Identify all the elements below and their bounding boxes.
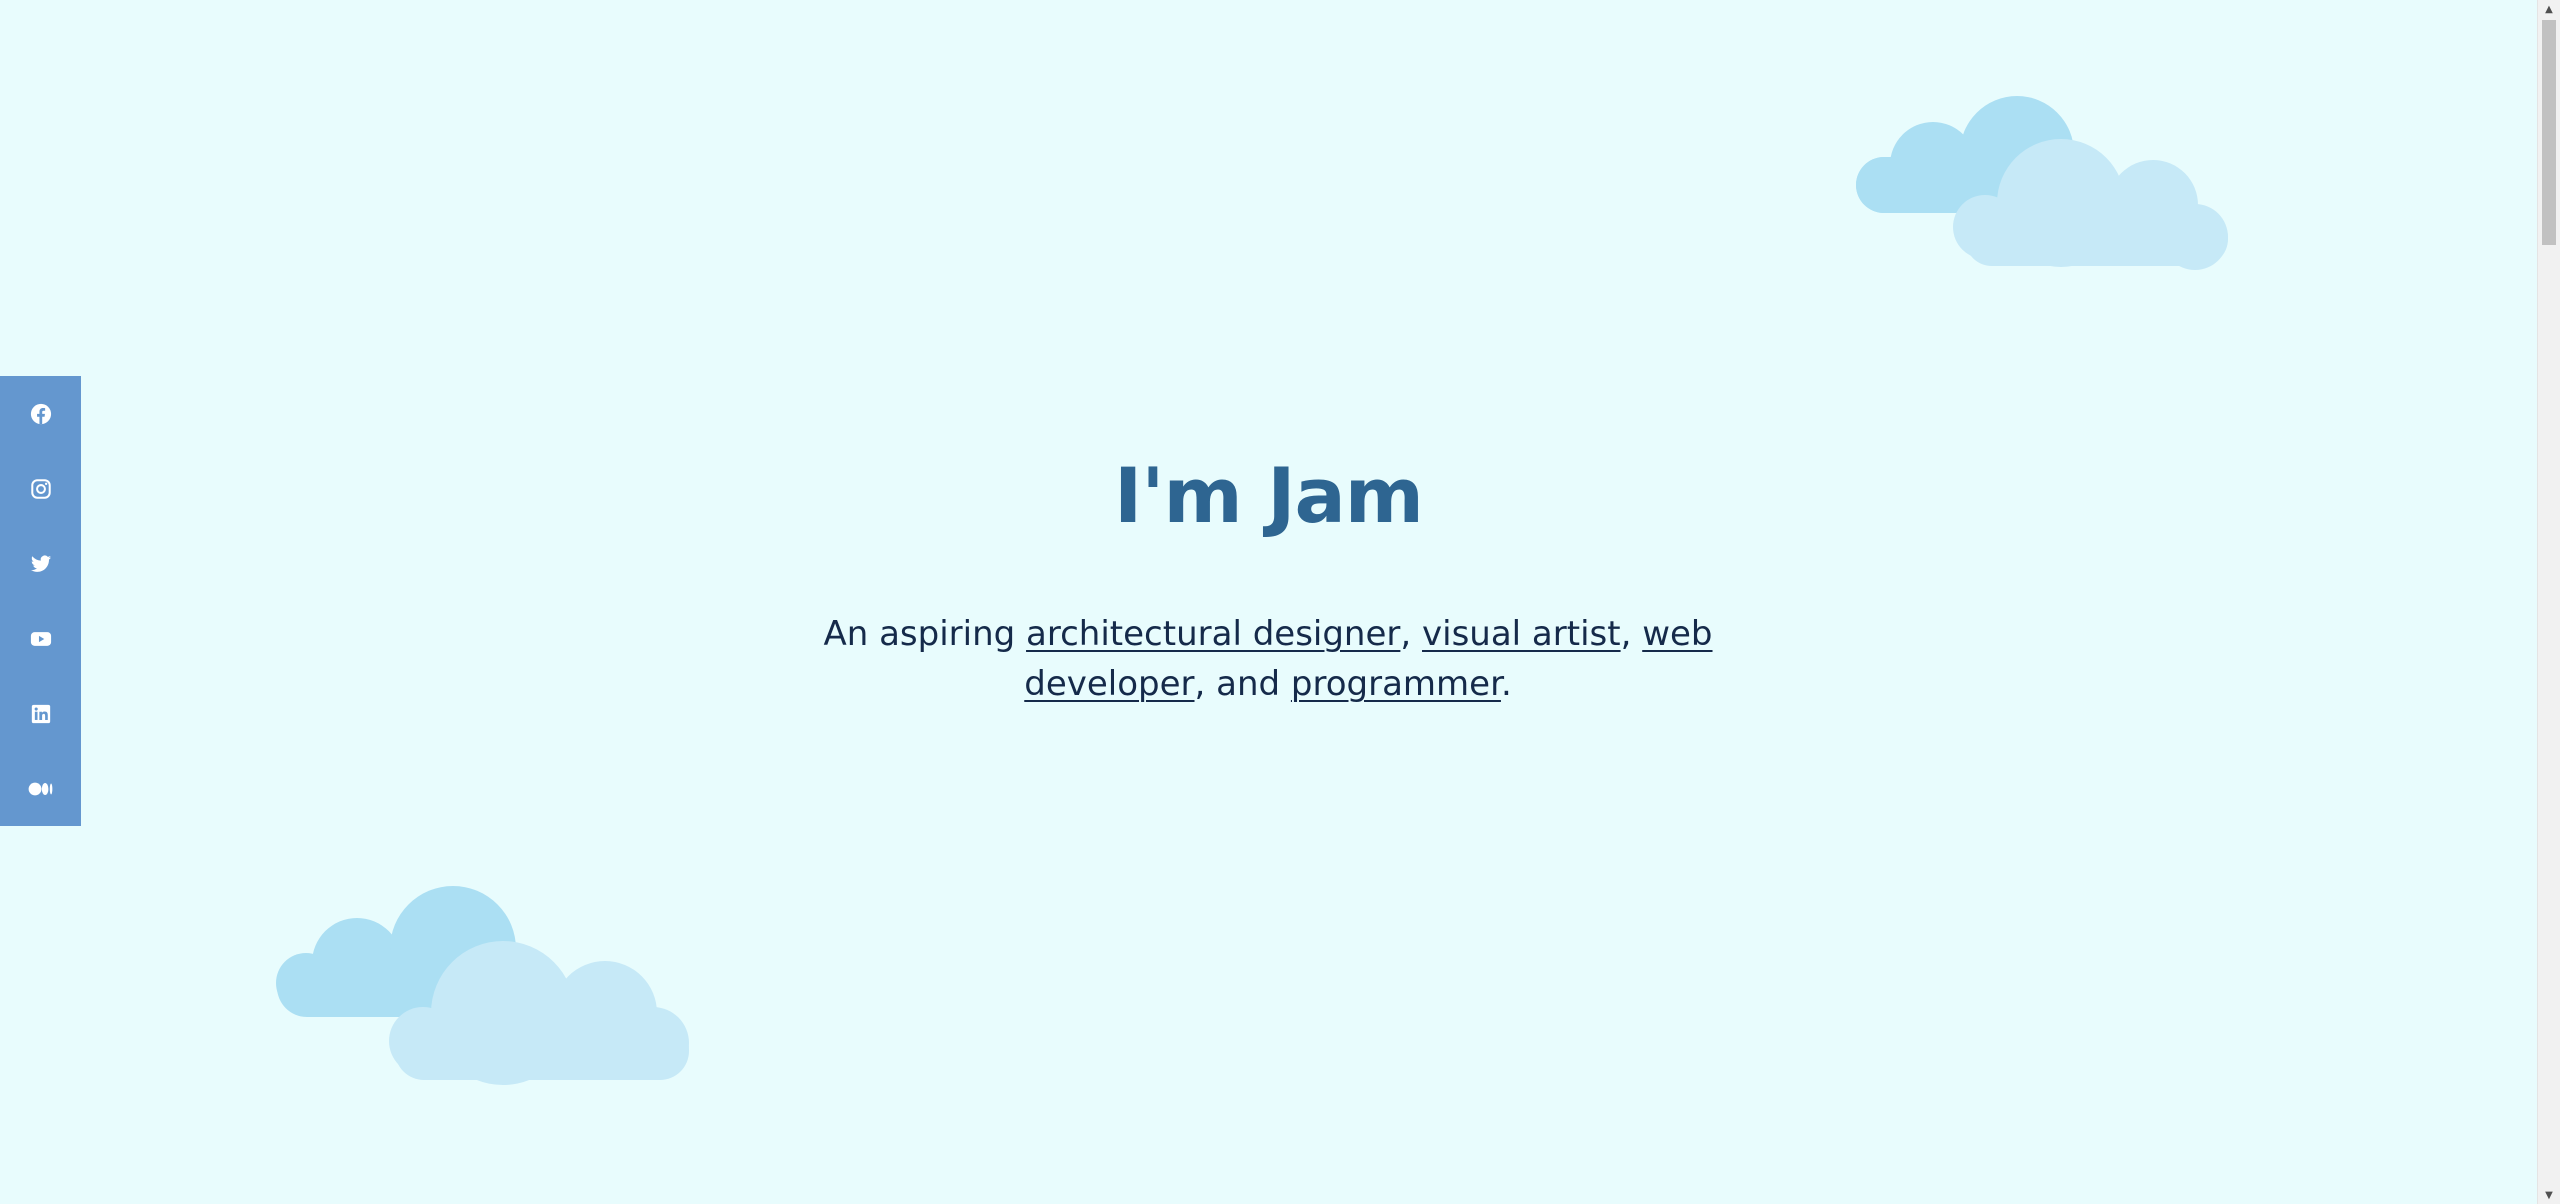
scroll-up-arrow-icon[interactable]: ▲ <box>2538 0 2560 18</box>
page: I'm Jam An aspiring architectural design… <box>0 0 2537 1204</box>
medium-link[interactable] <box>0 751 81 826</box>
youtube-link[interactable] <box>0 601 81 676</box>
twitter-icon <box>30 554 51 572</box>
cloud-top-right <box>1856 96 2228 270</box>
scroll-down-arrow-icon[interactable]: ▼ <box>2538 1186 2560 1204</box>
vertical-scrollbar[interactable]: ▲ ▼ <box>2537 0 2560 1204</box>
subtitle-separator: , <box>1620 614 1643 654</box>
cloud-bottom-left <box>276 886 689 1085</box>
linkedin-link[interactable] <box>0 676 81 751</box>
subtitle-separator: , and <box>1194 664 1291 704</box>
visual-artist-link[interactable]: visual artist <box>1422 614 1621 654</box>
subtitle-prefix: An aspiring <box>823 614 1027 654</box>
hero-subtitle: An aspiring architectural designer, visu… <box>820 609 1716 709</box>
medium-icon <box>28 782 52 795</box>
hero-title: I'm Jam <box>1114 451 1424 540</box>
linkedin-icon <box>31 704 50 723</box>
subtitle-separator: , <box>1400 614 1423 654</box>
scroll-thumb[interactable] <box>2542 20 2556 245</box>
subtitle-suffix: . <box>1500 664 1512 704</box>
facebook-icon <box>30 403 51 424</box>
programmer-link[interactable]: programmer <box>1291 664 1501 704</box>
youtube-icon <box>30 631 51 646</box>
architectural-designer-link[interactable]: architectural designer <box>1026 614 1400 654</box>
